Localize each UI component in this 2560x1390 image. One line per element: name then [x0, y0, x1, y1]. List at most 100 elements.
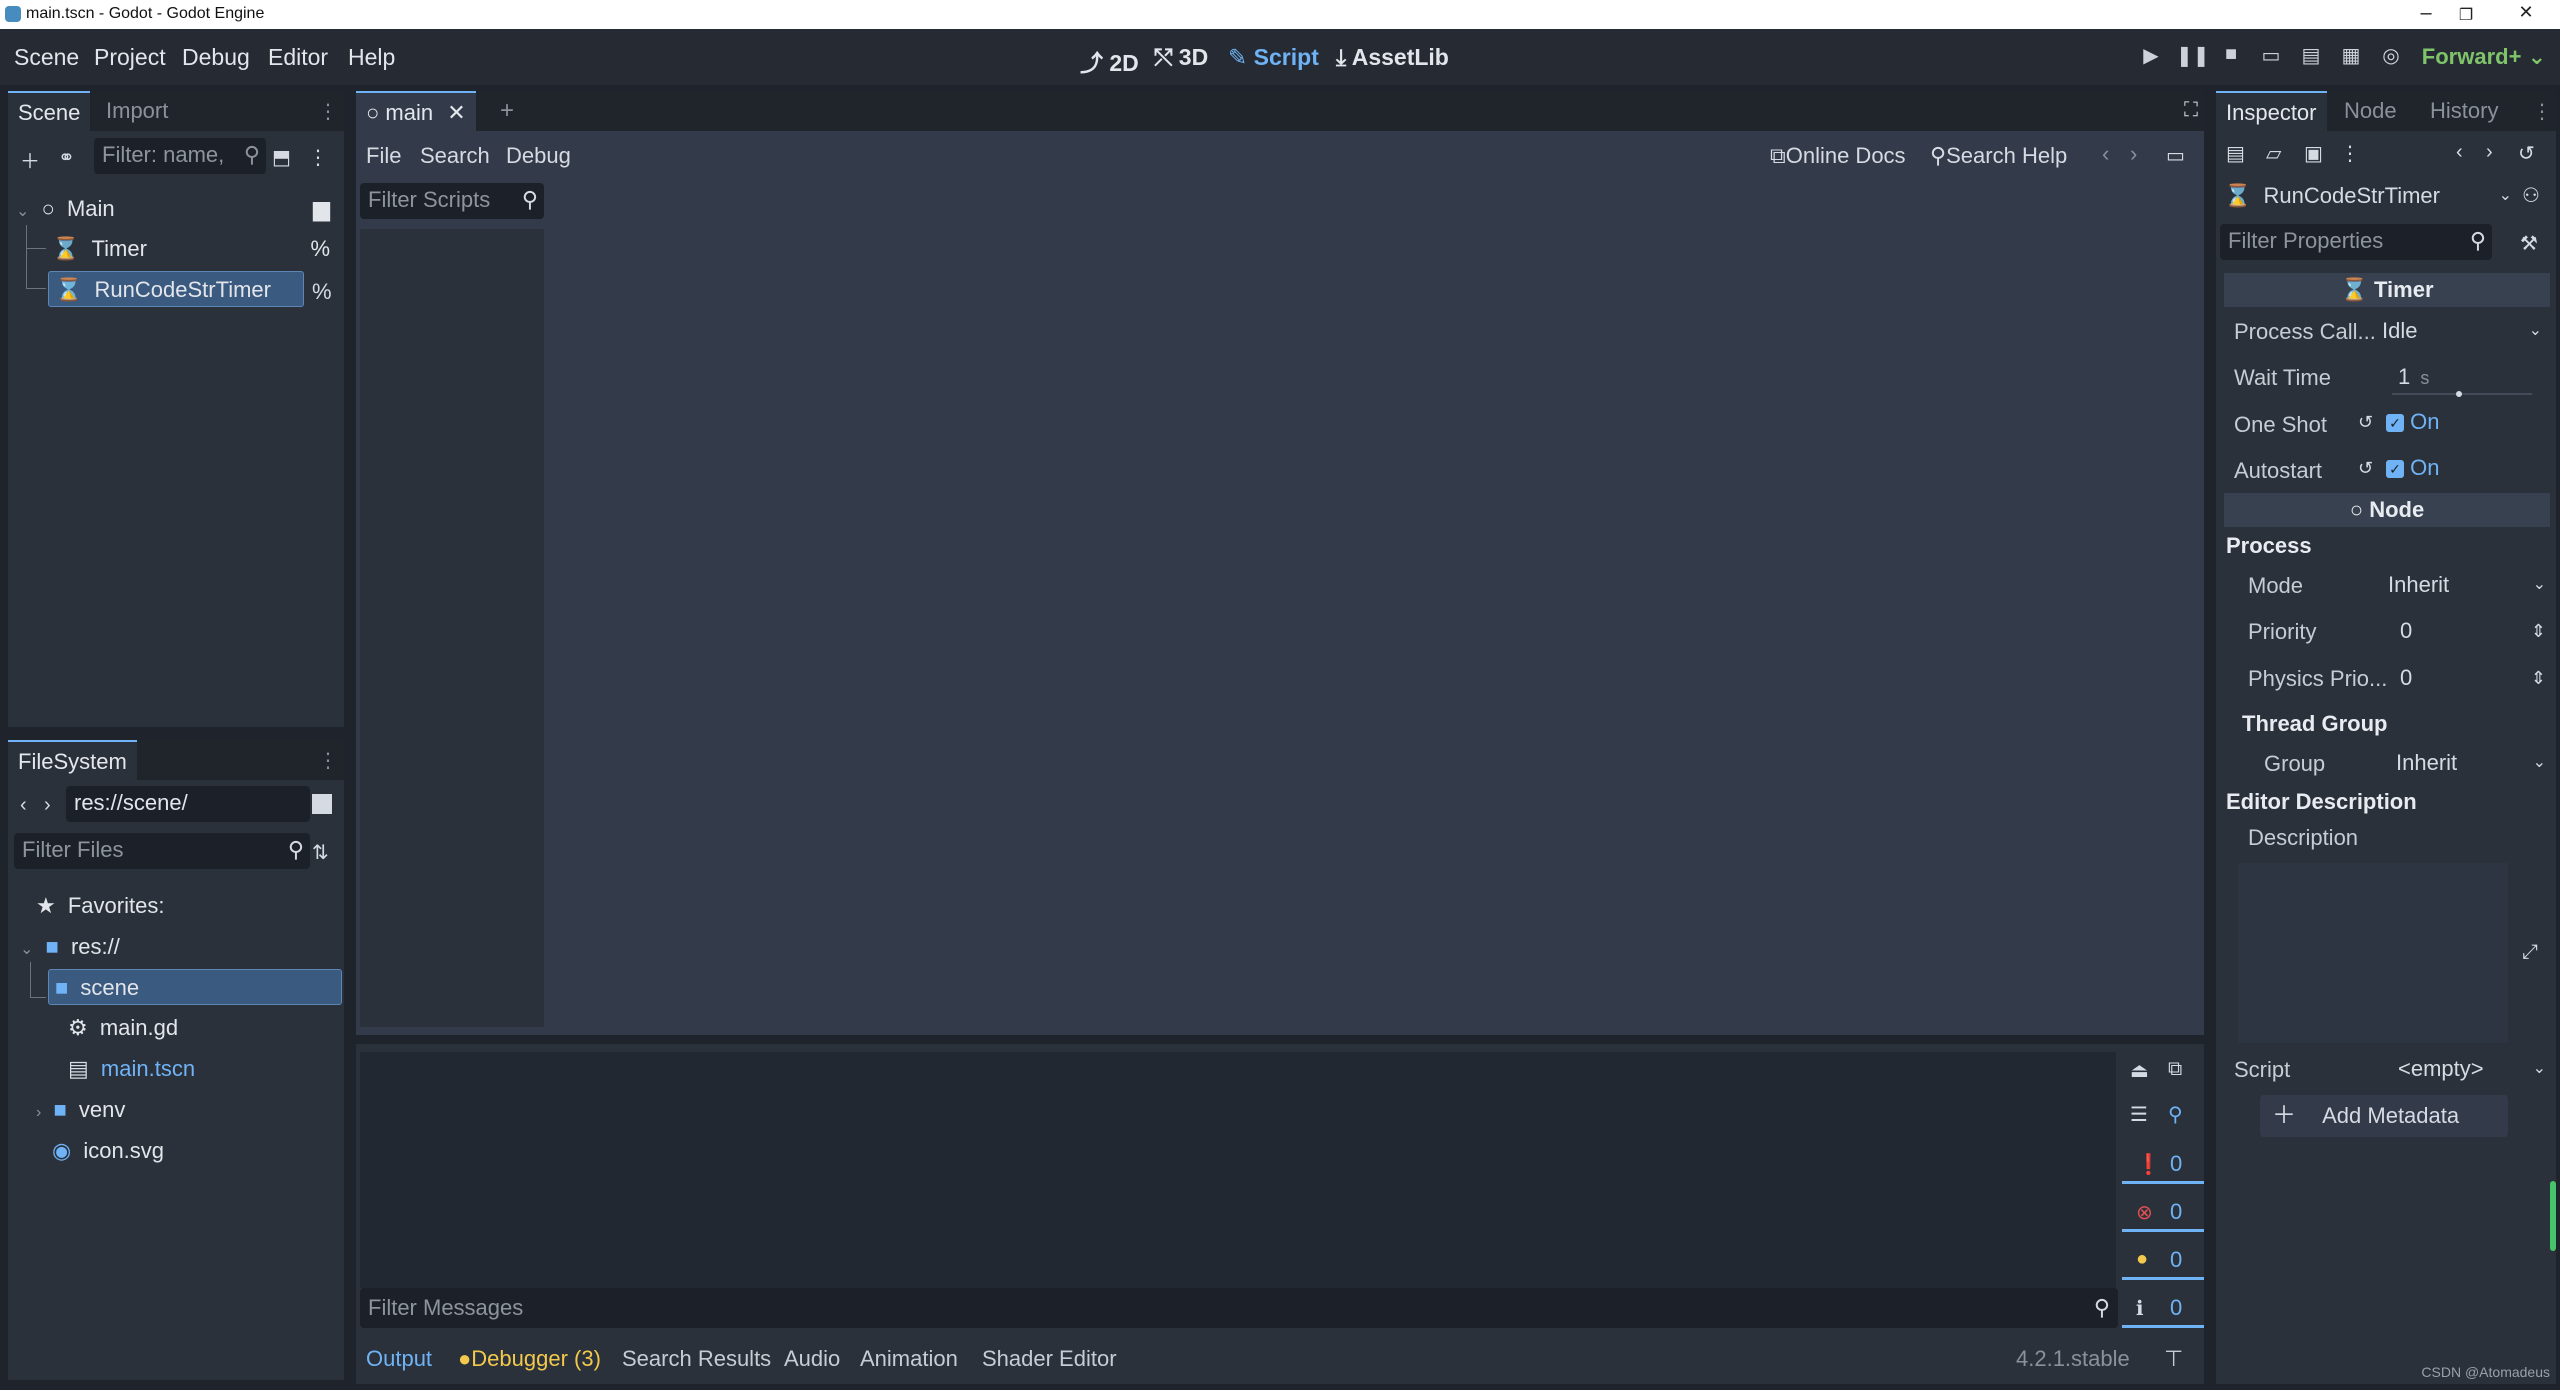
dock-menu-icon[interactable]: ⋮ — [2532, 99, 2552, 124]
sort-icon[interactable]: ⇅ — [312, 840, 329, 865]
tab-search-results[interactable]: Search Results — [622, 1346, 771, 1372]
add-tab-button[interactable]: + — [490, 91, 524, 131]
process-callback-dropdown[interactable]: Idle ⌄ — [2382, 313, 2546, 349]
tab-output[interactable]: Output — [366, 1346, 432, 1372]
play-icon[interactable]: ▶ — [2136, 43, 2166, 68]
open-folder-icon[interactable]: ▱ — [2266, 141, 2281, 166]
close-window-button[interactable]: ✕ — [2506, 2, 2546, 23]
menu-project[interactable]: Project — [94, 44, 166, 71]
inspector-scrollbar[interactable] — [2550, 1181, 2556, 1251]
movie-maker-icon[interactable]: ◎ — [2376, 43, 2406, 68]
fs-res-root[interactable]: ⌄ ■ res:// — [20, 929, 120, 965]
scene-filter-input[interactable]: Filter: name, ⚲ — [94, 138, 266, 174]
mode-dropdown[interactable]: Inherit ⌄ — [2388, 567, 2548, 603]
online-docs-button[interactable]: ⧉Online Docs — [1770, 143, 1906, 169]
tab-history[interactable]: History — [2420, 91, 2508, 131]
output-log[interactable] — [360, 1052, 2116, 1288]
forward-icon[interactable]: › — [2130, 141, 2137, 167]
menu-help[interactable]: Help — [348, 44, 395, 71]
object-docs-icon[interactable]: ⚇ — [2522, 183, 2540, 208]
play-scene-icon[interactable]: ▤ — [2296, 43, 2326, 68]
split-mode-icon[interactable] — [312, 794, 332, 814]
unique-name-marker[interactable]: % — [312, 279, 332, 305]
renderer-selector[interactable]: Forward+ ⌄ — [2422, 44, 2546, 70]
workspace-2d-button[interactable]: ⤴ 2D — [1080, 44, 1139, 78]
script-list[interactable] — [360, 229, 544, 1027]
stop-icon[interactable]: ■ — [2216, 43, 2246, 66]
filter-files-input[interactable]: Filter Files ⚲ — [14, 833, 310, 869]
tree-node-runcodestrtimer[interactable]: ⌛ RunCodeStrTimer — [48, 271, 304, 307]
error-counter[interactable]: ⊗ 0 — [2122, 1192, 2204, 1232]
autostart-checkbox[interactable]: ✓ On — [2386, 455, 2439, 481]
filter-scripts-input[interactable]: Filter Scripts ⚲ — [360, 183, 544, 219]
scene-menu-icon[interactable]: ⋮ — [308, 145, 328, 170]
minimize-button[interactable]: – — [2406, 2, 2446, 25]
script-menu-debug[interactable]: Debug — [506, 143, 571, 169]
clear-output-icon[interactable]: ⏏ — [2130, 1058, 2149, 1083]
script-resource-picker[interactable]: <empty> ⌄ — [2398, 1051, 2548, 1087]
fs-file-main-gd[interactable]: ⚙ main.gd — [68, 1010, 178, 1046]
workspace-3d-button[interactable]: ⤲ 3D — [1154, 44, 1208, 71]
toggle-panel-icon[interactable]: ▭ — [2166, 143, 2185, 168]
workspace-assetlib-button[interactable]: ⤓ AssetLib — [1336, 44, 1449, 71]
path-field[interactable]: res://scene/ — [66, 786, 310, 822]
warning-counter[interactable]: ● 0 — [2122, 1240, 2204, 1280]
revert-icon[interactable]: ↺ — [2358, 458, 2373, 479]
remote-debug-icon[interactable]: ▭ — [2256, 43, 2286, 68]
search-icon[interactable]: ⚲ — [2168, 1102, 2183, 1127]
priority-spinbox[interactable]: 0 ⇕ — [2388, 613, 2548, 649]
physics-priority-spinbox[interactable]: 0 ⇕ — [2388, 660, 2548, 696]
back-icon[interactable]: ‹ — [2102, 141, 2109, 167]
expand-icon[interactable]: ⤢ — [2522, 941, 2538, 964]
link-icon[interactable]: ⚭ — [58, 145, 75, 170]
slider-grabber[interactable] — [2456, 391, 2462, 397]
revert-icon[interactable]: ↺ — [2358, 412, 2373, 433]
history-icon[interactable]: ↺ — [2518, 141, 2535, 166]
close-tab-icon[interactable]: ✕ — [447, 100, 465, 125]
add-node-icon[interactable]: ＋ — [20, 145, 40, 174]
fs-folder-venv[interactable]: › ■ venv — [36, 1092, 125, 1128]
tools-icon[interactable]: ⚒ — [2520, 231, 2538, 256]
tab-animation[interactable]: Animation — [860, 1346, 958, 1372]
back-icon[interactable]: ‹ — [2456, 141, 2463, 164]
copy-icon[interactable]: ⧉ — [2168, 1058, 2182, 1081]
fs-file-main-tscn[interactable]: ▤ main.tscn — [68, 1051, 195, 1087]
menu-scene[interactable]: Scene — [14, 44, 79, 71]
inspector-menu-icon[interactable]: ⋮ — [2340, 141, 2360, 166]
info-counter[interactable]: ℹ 0 — [2122, 1288, 2204, 1328]
script-attached-icon[interactable]: ▆ — [313, 191, 330, 227]
forward-icon[interactable]: › — [44, 794, 51, 817]
instance-script-icon[interactable]: ⬒ — [272, 145, 291, 170]
dock-menu-icon[interactable]: ⋮ — [318, 748, 338, 773]
back-icon[interactable]: ‹ — [20, 794, 27, 817]
tab-node[interactable]: Node — [2334, 91, 2407, 131]
menu-debug[interactable]: Debug — [182, 44, 250, 71]
tab-import[interactable]: Import — [96, 91, 178, 131]
script-tab-main[interactable]: ○ main ✕ — [356, 91, 476, 131]
timer-section-header[interactable]: ⌛ Timer — [2224, 273, 2550, 307]
tab-inspector[interactable]: Inspector — [2216, 91, 2327, 131]
fs-favorites[interactable]: ★ Favorites: — [36, 888, 164, 924]
filter-properties-input[interactable]: Filter Properties ⚲ — [2220, 224, 2492, 260]
new-resource-icon[interactable]: ▤ — [2226, 141, 2245, 166]
fullscreen-icon[interactable]: ⛶ — [2184, 99, 2198, 122]
object-selector[interactable]: ⌛ RunCodeStrTimer ⌄ — [2220, 178, 2516, 214]
tab-filesystem[interactable]: FileSystem — [8, 740, 137, 780]
tree-node-timer[interactable]: ⌛ Timer % — [52, 231, 336, 267]
fs-file-icon-svg[interactable]: ◉ icon.svg — [52, 1133, 164, 1169]
thread-group-label[interactable]: Thread Group — [2242, 711, 2387, 737]
process-group-label[interactable]: Process — [2226, 533, 2312, 559]
version-label[interactable]: 4.2.1.stable — [2016, 1346, 2130, 1372]
one-shot-checkbox[interactable]: ✓ On — [2386, 409, 2439, 435]
pause-icon[interactable]: ❚❚ — [2176, 43, 2210, 68]
tab-scene[interactable]: Scene — [8, 91, 91, 131]
description-textarea[interactable] — [2238, 863, 2508, 1043]
menu-editor[interactable]: Editor — [268, 44, 328, 71]
fs-folder-scene[interactable]: ■ scene — [48, 969, 342, 1005]
workspace-script-button[interactable]: ✎ Script — [1228, 44, 1319, 71]
tab-shader-editor[interactable]: Shader Editor — [982, 1346, 1117, 1372]
wait-time-field[interactable]: 1 s — [2392, 359, 2532, 397]
group-dropdown[interactable]: Inherit ⌄ — [2396, 745, 2548, 781]
restore-button[interactable]: ❐ — [2446, 5, 2486, 25]
forward-icon[interactable]: › — [2486, 141, 2493, 164]
